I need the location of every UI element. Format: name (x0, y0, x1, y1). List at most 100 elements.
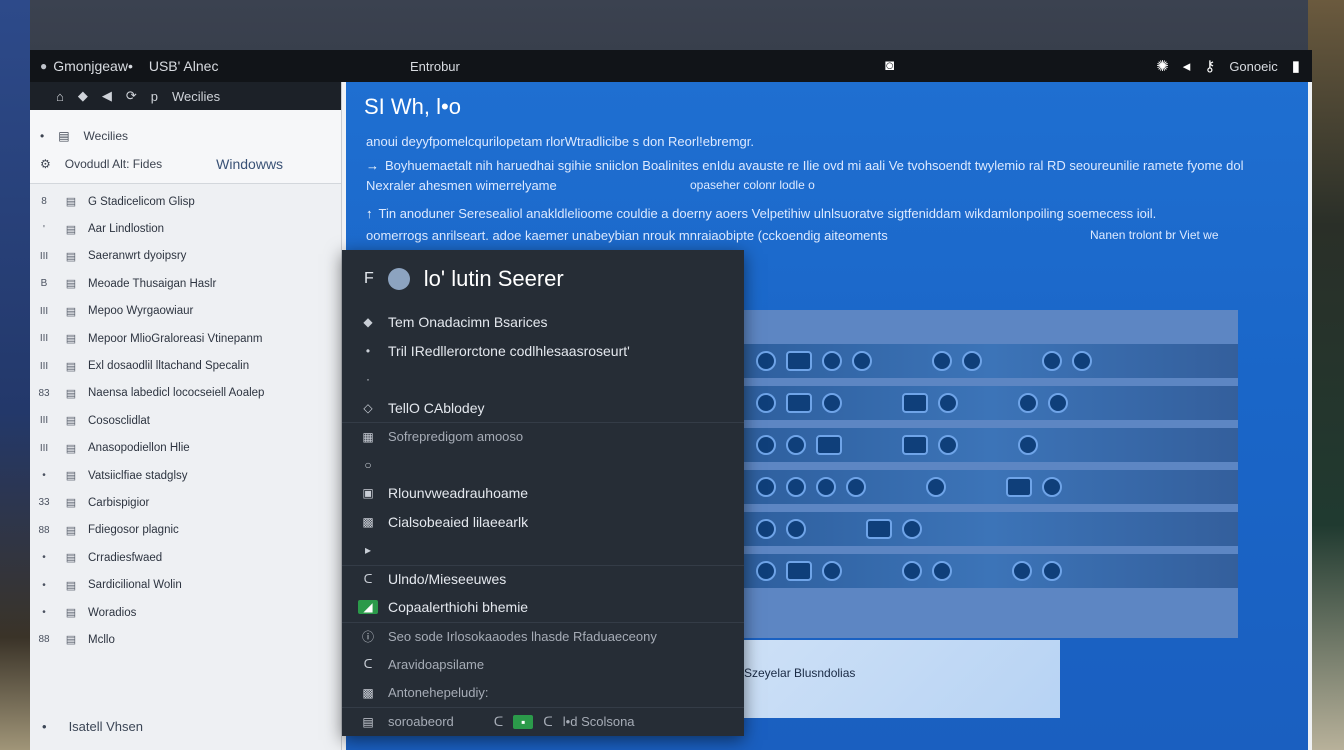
sidebar-item[interactable]: 88 ▤ Fdiegosor plagnic (30, 517, 341, 544)
app-icon[interactable] (786, 393, 812, 413)
app-icon[interactable] (1006, 477, 1032, 497)
app-icon[interactable] (902, 519, 922, 539)
app-icon[interactable] (1018, 393, 1038, 413)
menu-footer-right[interactable]: l•d Scolsona (563, 714, 635, 729)
grid-row[interactable] (744, 428, 1238, 462)
grid-row[interactable] (744, 512, 1238, 546)
grid-row[interactable] (744, 554, 1238, 588)
app-icon[interactable] (756, 351, 776, 371)
sidebar-item[interactable]: • ▤ Sardicilional Wolin (30, 571, 341, 598)
app-icon[interactable] (1048, 393, 1068, 413)
menu-item[interactable]: ◆ Tem Onadacimn Bsarices (342, 308, 744, 337)
menu-item[interactable]: ⓘ Seo sode Irlosokaaodes lhasde Rfaduaece… (342, 621, 744, 651)
menu-item[interactable]: ◢ Copaalerthiohi bhemie (342, 593, 744, 622)
grid-row[interactable] (744, 344, 1238, 378)
back-icon[interactable]: ᑕ (543, 714, 553, 730)
sidebar-item[interactable]: III ▤ Cososclidlat (30, 407, 341, 434)
sidebar-item[interactable]: III ▤ Mepoo Wyrgaowiaur (30, 298, 341, 325)
sidebar-item[interactable]: 33 ▤ Carbispigior (30, 489, 341, 516)
app-icon[interactable] (938, 435, 958, 455)
back-icon[interactable]: ◀ (102, 88, 112, 104)
tray-label[interactable]: Gonoeic (1229, 59, 1277, 74)
app-icon[interactable] (1042, 351, 1062, 371)
app-icon[interactable] (816, 435, 842, 455)
sidebar-item[interactable]: • ▤ Crradiesfwaed (30, 544, 341, 571)
menu-item[interactable]: ᑕ Ulndo/Mieseeuwes (342, 564, 744, 594)
app-icon[interactable] (756, 561, 776, 581)
sidebar-item[interactable]: III ▤ Mepoor MlioGraloreasi Vtinepanm (30, 325, 341, 352)
brightness-icon[interactable]: ✺ (1156, 57, 1169, 75)
app-icon[interactable] (1012, 561, 1032, 581)
app-icon[interactable] (786, 351, 812, 371)
menu-item[interactable]: ▦ Sofrepredigom amooso (342, 422, 744, 451)
app-icon[interactable] (1072, 351, 1092, 371)
camera-icon[interactable]: ◙ (885, 57, 894, 74)
menu-item[interactable]: · (342, 365, 744, 394)
app-icon[interactable] (822, 351, 842, 371)
app-icon[interactable] (1042, 477, 1062, 497)
key-icon[interactable]: ⚷ (1204, 57, 1215, 75)
app-icon[interactable] (962, 351, 982, 371)
home-icon[interactable]: ⌂ (56, 89, 64, 104)
app-icon[interactable] (852, 351, 872, 371)
menu-item[interactable]: ▩ Cialsobeaied lilaeearlk (342, 508, 744, 537)
green-icon[interactable]: ▪ (513, 714, 534, 729)
sidebar-item[interactable]: III ▤ Exl dosaodlil lltachand Specalin (30, 352, 341, 379)
pin-icon[interactable]: p (151, 89, 158, 104)
app-icon[interactable] (786, 435, 806, 455)
app-icon[interactable] (932, 351, 952, 371)
sidebar-item[interactable]: III ▤ Saeranwrt dyoipsry (30, 243, 341, 270)
menu-item[interactable]: ◇ TellO CAblodey (342, 394, 744, 423)
app-icon[interactable] (902, 393, 928, 413)
header-line2-right[interactable]: Windowws (216, 156, 283, 172)
app-icon[interactable] (756, 435, 776, 455)
volume-icon[interactable]: ◂ (1183, 57, 1191, 75)
app-icon[interactable] (786, 561, 812, 581)
sidebar-item[interactable]: ' ▤ Aar Lindlostion (30, 215, 341, 242)
app-icon[interactable] (1042, 561, 1062, 581)
sidebar-item[interactable]: 88 ▤ Mcllo (30, 626, 341, 653)
app-icon[interactable] (902, 435, 928, 455)
up-icon[interactable]: ◆ (78, 88, 88, 104)
app-menu[interactable]: ● Gmonjgeaw• (40, 58, 133, 74)
menu-item[interactable]: ▸ (342, 536, 744, 565)
sidebar-item[interactable]: B ▤ Meoade Thusaigan Haslr (30, 270, 341, 297)
sidebar-item[interactable]: • ▤ Vatsiiclfiae stadglsy (30, 462, 341, 489)
app-icon[interactable] (822, 561, 842, 581)
app-icon[interactable] (756, 393, 776, 413)
app-icon[interactable] (822, 393, 842, 413)
app-icon[interactable] (816, 477, 836, 497)
usb-label[interactable]: USB' Alnec (149, 58, 219, 74)
app-icon[interactable] (1018, 435, 1038, 455)
app-icon[interactable] (846, 477, 866, 497)
menu-item[interactable]: • Tril IRedllerorctone codlhlesaasroseurt… (342, 337, 744, 366)
footer-label[interactable]: Isatell Vhsen (69, 719, 143, 734)
app-icon[interactable] (756, 519, 776, 539)
grid-row[interactable] (744, 470, 1238, 504)
app-icon[interactable] (786, 519, 806, 539)
app-icon[interactable] (926, 477, 946, 497)
menu-item[interactable]: ▣ Rlounvweadrauhoame (342, 479, 744, 508)
menu-footer-left[interactable]: soroabeord (388, 714, 454, 729)
app-icon[interactable] (786, 477, 806, 497)
battery-icon[interactable]: ▮ (1292, 57, 1300, 75)
header-line1[interactable]: Wecilies (84, 129, 128, 143)
toolbar-label[interactable]: Wecilies (172, 89, 220, 104)
sidebar-item[interactable]: III ▤ Anasopodiellon Hlie (30, 435, 341, 462)
sidebar-item[interactable]: 8 ▤ G Stadicelicom Glisp (30, 188, 341, 215)
app-icon[interactable] (902, 561, 922, 581)
menu-item[interactable]: ○ (342, 451, 744, 480)
menu-item[interactable]: ᑕ Aravidoapsilame (342, 650, 744, 679)
app-icon[interactable] (866, 519, 892, 539)
refresh-icon[interactable]: ⟳ (126, 88, 137, 104)
grid-row[interactable] (744, 386, 1238, 420)
app-icon[interactable] (938, 393, 958, 413)
settings-icon: ▤ (65, 223, 77, 236)
app-icon[interactable] (756, 477, 776, 497)
sidebar-item[interactable]: 83 ▤ Naensa labedicl lococseiell Aoalep (30, 380, 341, 407)
menu-item[interactable]: ▩ Antonehepeludiy: (342, 679, 744, 708)
header-line2-left[interactable]: Ovodudl Alt: Fides (65, 157, 162, 171)
chevron-icon[interactable]: ᑕ (494, 714, 504, 730)
sidebar-item[interactable]: • ▤ Woradios (30, 599, 341, 626)
app-icon[interactable] (932, 561, 952, 581)
